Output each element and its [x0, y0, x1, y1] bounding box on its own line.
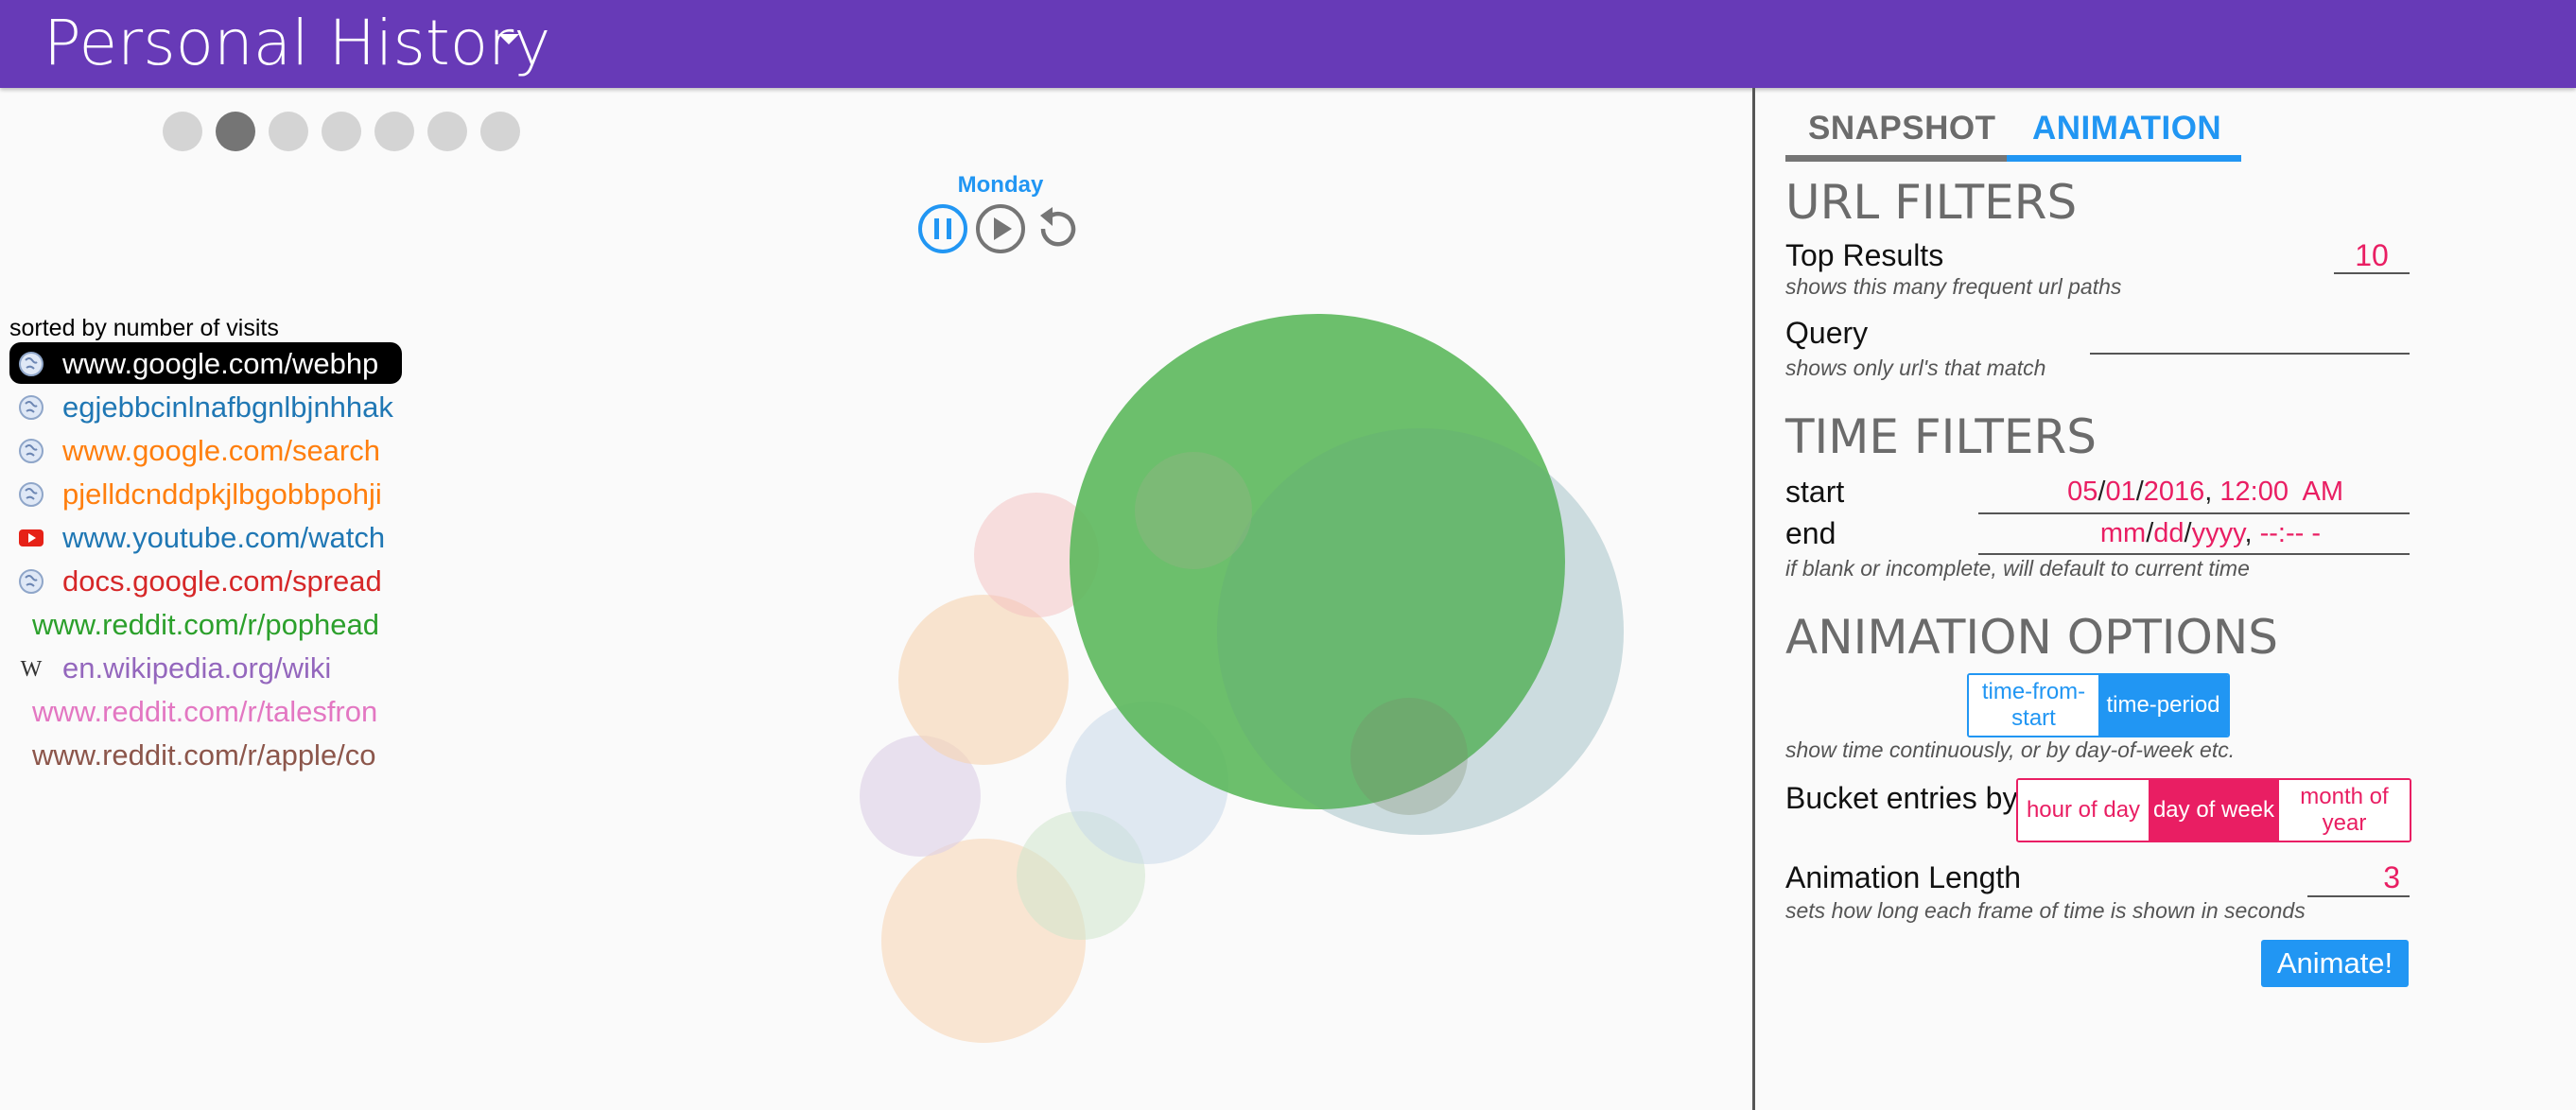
hour-of-day-option[interactable]: hour of day	[2018, 780, 2149, 841]
globe-icon	[19, 395, 44, 420]
animation-length-label: Animation Length	[1785, 860, 2022, 894]
bucket-label: Bucket entries by	[1785, 781, 2018, 815]
start-month[interactable]: 05	[2067, 477, 2097, 507]
top-results-hint: shows this many frequent url paths	[1785, 274, 2122, 299]
url-filters-heading: URL FILTERS	[1785, 175, 2078, 230]
time-mode-toggle: time-from-start time-period	[1967, 673, 2230, 737]
url-list-item[interactable]: pjelldcnddpkjlbgobbpohji	[9, 473, 402, 514]
bubble[interactable]	[1350, 698, 1468, 815]
time-period-option[interactable]: time-period	[2098, 675, 2228, 736]
start-ampm[interactable]: AM	[2303, 477, 2344, 507]
url-label: www.reddit.com/r/apple/co	[32, 738, 376, 772]
animate-button[interactable]: Animate!	[2261, 940, 2409, 987]
app-title: Personal History	[44, 7, 551, 79]
url-list-item[interactable]: www.reddit.com/r/pophead	[9, 603, 402, 645]
panel-divider	[1752, 88, 1755, 1110]
time-filters-hint: if blank or incomplete, will default to …	[1785, 556, 2250, 581]
page-dot[interactable]	[480, 112, 520, 151]
url-list-item[interactable]: docs.google.com/spread	[9, 560, 402, 601]
sort-caption: sorted by number of visits	[9, 315, 279, 341]
bubble[interactable]	[898, 595, 1069, 765]
url-label: docs.google.com/spread	[62, 564, 382, 598]
day-of-week-option[interactable]: day of week	[2149, 780, 2279, 841]
top-results-input[interactable]: 10	[2334, 238, 2410, 273]
play-icon[interactable]	[974, 202, 1027, 255]
page-dot[interactable]	[427, 112, 467, 151]
url-list-item[interactable]: W en.wikipedia.org/wiki	[9, 647, 402, 688]
tab-snapshot[interactable]: SNAPSHOT	[1808, 110, 1995, 147]
app-header: Personal History	[0, 0, 2576, 88]
query-hint: shows only url's that match	[1785, 356, 2046, 380]
pause-icon[interactable]	[916, 202, 969, 255]
start-day[interactable]: 01	[2105, 477, 2135, 507]
start-time[interactable]: 12:00	[2219, 477, 2289, 507]
animation-length-hint: sets how long each frame of time is show…	[1785, 898, 2306, 923]
page-dot[interactable]	[374, 112, 414, 151]
url-list-item[interactable]: egjebbcinlnafbgnlbjnhhak	[9, 386, 402, 427]
page-dot-active[interactable]	[216, 112, 255, 151]
time-filters-heading: TIME FILTERS	[1785, 409, 2097, 464]
animation-length-input[interactable]: 3	[2307, 860, 2410, 895]
end-underline	[1978, 553, 2410, 555]
month-of-year-option[interactable]: month of year	[2279, 780, 2410, 841]
bubble-chart	[860, 314, 1624, 1043]
url-label: egjebbcinlnafbgnlbjnhhak	[62, 390, 393, 424]
url-list-item[interactable]: www.reddit.com/r/talesfron	[9, 690, 402, 732]
tab-animation-underline	[2007, 155, 2241, 162]
title-dropdown-caret-icon[interactable]	[498, 34, 519, 44]
url-list-item[interactable]: www.youtube.com/watch	[9, 516, 402, 558]
bucket-toggle: hour of day day of week month of year	[2016, 778, 2411, 842]
wikipedia-icon: W	[21, 657, 43, 682]
time-mode-hint: show time continuously, or by day-of-wee…	[1785, 737, 2236, 762]
end-time[interactable]: --:-- -	[2260, 518, 2321, 548]
globe-icon	[19, 482, 44, 507]
url-list-item[interactable]: www.google.com/search	[9, 429, 402, 471]
animation-length-underline	[2307, 895, 2410, 897]
end-month[interactable]: mm	[2100, 518, 2146, 548]
end-day[interactable]: dd	[2153, 518, 2184, 548]
end-datetime-input[interactable]: mm/dd/yyyy, --:-- -	[1978, 518, 2410, 549]
page-dot[interactable]	[322, 112, 361, 151]
end-label: end	[1785, 516, 1836, 550]
top-results-label: Top Results	[1785, 238, 1944, 272]
tab-snapshot-underline	[1785, 155, 2007, 162]
start-datetime-input[interactable]: 05/01/2016, 12:00 AM	[1978, 477, 2410, 508]
query-underline	[2090, 353, 2410, 355]
globe-icon	[19, 439, 44, 463]
url-label: en.wikipedia.org/wiki	[62, 651, 332, 685]
top-results-underline	[2334, 272, 2410, 274]
url-label: www.reddit.com/r/talesfron	[32, 695, 378, 728]
start-label: start	[1785, 475, 1845, 509]
tab-animation[interactable]: ANIMATION	[2032, 110, 2221, 147]
url-label: www.reddit.com/r/pophead	[32, 608, 380, 641]
youtube-icon	[19, 529, 44, 546]
url-list-item[interactable]: www.reddit.com/r/apple/co	[9, 734, 402, 775]
bubble[interactable]	[1135, 452, 1252, 569]
url-list-item-selected[interactable]: www.google.com/webhp	[9, 342, 402, 384]
url-label: www.youtube.com/watch	[62, 521, 386, 554]
page-dot[interactable]	[163, 112, 202, 151]
start-underline	[1978, 512, 2410, 514]
url-label: pjelldcnddpkjlbgobbpohji	[62, 477, 382, 511]
animation-options-heading: ANIMATION OPTIONS	[1785, 610, 2279, 665]
end-year[interactable]: yyyy	[2192, 518, 2245, 548]
start-year[interactable]: 2016	[2144, 477, 2205, 507]
globe-icon	[19, 569, 44, 594]
current-bucket-label: Monday	[957, 172, 1044, 198]
time-from-start-option[interactable]: time-from-start	[1969, 675, 2098, 736]
url-label: www.google.com/webhp	[62, 347, 379, 380]
page-dot[interactable]	[269, 112, 308, 151]
globe-icon	[19, 352, 44, 376]
query-label: Query	[1785, 316, 1869, 350]
restart-icon[interactable]	[1032, 202, 1085, 255]
svg-text:W: W	[21, 657, 43, 682]
url-label: www.google.com/search	[62, 434, 380, 467]
